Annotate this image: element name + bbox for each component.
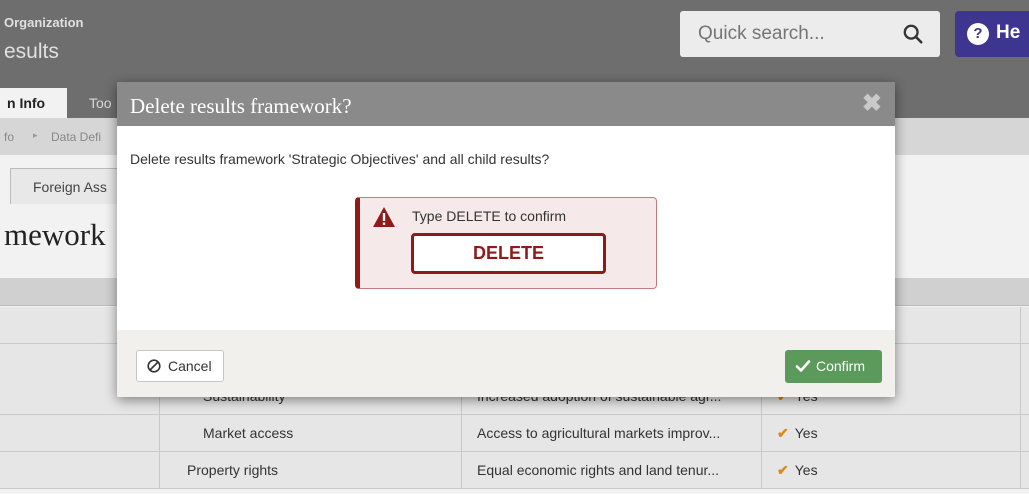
delete-confirm-input[interactable] [411, 233, 606, 274]
confirm-instruction: Type DELETE to confirm [412, 208, 567, 224]
close-icon[interactable]: ✖ [862, 89, 882, 118]
cancel-button[interactable]: Cancel [136, 350, 224, 382]
confirm-label: Confirm [816, 358, 866, 374]
delete-framework-dialog: Delete results framework? ✖ Delete resul… [117, 82, 895, 397]
ban-icon [147, 359, 161, 373]
check-icon [795, 360, 811, 372]
cancel-label: Cancel [168, 358, 212, 374]
dialog-title: Delete results framework? [130, 94, 352, 118]
dialog-header: Delete results framework? ✖ [117, 82, 895, 126]
warning-icon [373, 207, 395, 227]
confirm-button[interactable]: Confirm [785, 350, 882, 383]
dialog-message: Delete results framework 'Strategic Obje… [130, 151, 550, 167]
delete-confirmation-box: Type DELETE to confirm [355, 197, 657, 289]
dialog-footer: Cancel Confirm [117, 330, 895, 397]
